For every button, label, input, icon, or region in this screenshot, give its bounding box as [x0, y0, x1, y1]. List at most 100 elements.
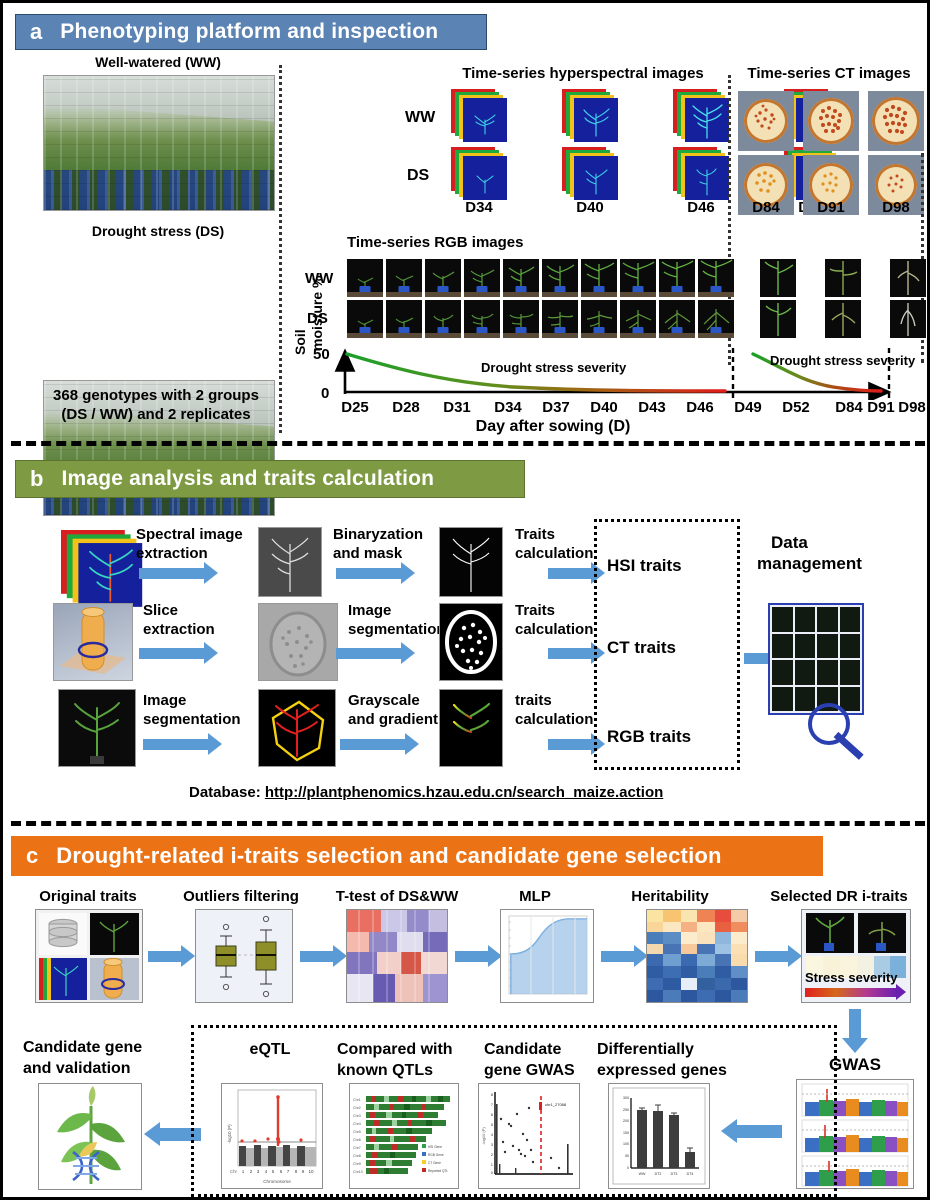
data-management-grid[interactable]: [768, 603, 864, 715]
c-bottom-label-qtl-a: Compared with: [337, 1041, 453, 1058]
pipeline-step-label-3a: Traits: [515, 526, 556, 543]
svg-text:Chr9: Chr9: [353, 1162, 361, 1166]
panel-c-title: Drought-related i-traits selection and c…: [56, 843, 722, 868]
candidate-gene-label-line1: Candidate gene: [23, 1039, 143, 1056]
svg-text:4: 4: [491, 1132, 494, 1137]
rgb-thumb-ww-10: [698, 259, 734, 297]
ct-day-label-3: D98: [882, 199, 910, 216]
outliers-boxplot: [195, 909, 293, 1003]
rgb-thumb-ww-9: [659, 259, 695, 297]
candidate-gene-label-line2: and validation: [23, 1060, 131, 1077]
dm-cell: [839, 633, 860, 658]
svg-text:DT3: DT3: [671, 1172, 678, 1176]
rgb-thumb-ww-5: [503, 259, 539, 297]
svg-text:HSI Gene: HSI Gene: [428, 1145, 442, 1149]
genotype-caption-line1: 368 genotypes with 2 groups: [53, 387, 259, 404]
c-arrow-4: [601, 945, 648, 967]
x-tick-d28: D28: [392, 399, 420, 416]
dm-cell: [817, 660, 838, 685]
pipeline-step-label-2a: Binaryzation: [333, 526, 424, 543]
svg-text:300: 300: [623, 1096, 629, 1100]
svg-text:3: 3: [491, 1142, 494, 1147]
svg-text:1: 1: [491, 1162, 494, 1167]
svg-text:Chromosome: Chromosome: [263, 1179, 291, 1184]
maize-dna-illustration: [38, 1083, 142, 1190]
pipeline-step-label-9b: calculation: [515, 711, 594, 728]
database-url[interactable]: http://plantphenomics.hzau.edu.cn/search…: [265, 784, 663, 801]
dm-cell: [772, 660, 793, 685]
pipeline-arrow-3: [548, 562, 605, 584]
eqtl-manhattan-plot: Chr 12345 6 7 8 9 10 Chromosome -log10 (P): [221, 1083, 323, 1189]
svg-text:0: 0: [627, 1166, 629, 1170]
svg-text:DT2: DT2: [655, 1172, 662, 1176]
pipeline-step-label-8b: and gradient: [348, 711, 439, 728]
candidate-gene-gwas-plot: 8 7 6 5 4 3 2 1 0 -log10 (P) chr1_27088: [478, 1083, 580, 1189]
x-tick-d34: D34: [494, 399, 522, 416]
stress-severity-label: Stress severity: [805, 970, 898, 985]
svg-text:150: 150: [623, 1131, 629, 1135]
rgb-thumb-late-ds-1: [760, 300, 796, 338]
panel-a-divider: [279, 65, 282, 433]
hsi-day-label-1: D34: [465, 199, 493, 216]
rgb-thumb-ds-1: [347, 300, 383, 338]
original-traits-thumb: [35, 909, 143, 1003]
svg-text:Chr8: Chr8: [353, 1154, 361, 1158]
chart-ytick-50: 50: [313, 346, 330, 363]
x-tick-d46: D46: [686, 399, 714, 416]
svg-text:5: 5: [491, 1122, 494, 1127]
svg-text:CT Gene: CT Gene: [428, 1161, 441, 1165]
dm-cell: [839, 660, 860, 685]
pipeline-step-label-5a: Image: [348, 602, 392, 619]
figure-root: a Phenotyping platform and inspection We…: [0, 0, 930, 1200]
database-prefix: Database:: [189, 784, 265, 801]
c-arrow-1: [148, 945, 195, 967]
rgb-thumb-ds-5: [503, 300, 539, 338]
pipeline-rgb-plant: [58, 689, 136, 767]
rgb-thumb-late-ww-3: [890, 259, 926, 297]
svg-text:10: 10: [308, 1169, 314, 1174]
svg-text:Chr3: Chr3: [353, 1114, 361, 1118]
c-step-label-outliers: Outliers filtering: [183, 888, 299, 905]
dm-cell: [772, 633, 793, 658]
pipeline-ct-segmented: [439, 603, 503, 681]
rgb-thumb-ds-3: [425, 300, 461, 338]
c-bottom-label-qtl-b: known QTLs: [337, 1062, 433, 1079]
x-tick-d43: D43: [638, 399, 666, 416]
c-bottom-label-cg-b: gene GWAS: [484, 1062, 575, 1079]
greenhouse-ww-photo: [43, 75, 275, 211]
data-management-label-line1: Data: [771, 533, 808, 552]
panel-b-letter: b: [30, 466, 44, 491]
pipeline-step-label-1b: extraction: [136, 545, 208, 562]
rgb-thumb-ww-3: [425, 259, 461, 297]
rgb-thumb-late-ds-3: [890, 300, 926, 338]
pipeline-arrow-1: [139, 562, 218, 584]
pipeline-step-label-6a: Traits: [515, 602, 556, 619]
c-arrow-left-gwas-to-deg: [721, 1119, 782, 1143]
svg-text:100: 100: [623, 1142, 629, 1146]
panel-b-header: b Image analysis and traits calculation: [15, 460, 525, 498]
panel-separator-2: [11, 821, 925, 826]
svg-text:9: 9: [302, 1169, 305, 1174]
pipeline-arrow-7: [143, 733, 222, 755]
x-tick-d52: D52: [782, 399, 810, 416]
c-bottom-label-deg-a: Differentially: [597, 1041, 694, 1058]
c-arrow-2: [300, 945, 347, 967]
ttest-heatmap: [346, 909, 448, 1003]
chart-ylabel-line1: Soil: [292, 329, 308, 355]
svg-text:RGB Gene: RGB Gene: [428, 1153, 444, 1157]
rgb-thumb-ds-4: [464, 300, 500, 338]
hsi-section-title: Time-series hyperspectral images: [462, 65, 704, 82]
ct-image-ww-d91: [803, 91, 859, 151]
known-qtls-chromosome-map: Chr1 Chr2 Chr3 Chr4 Chr5 Chr6 Chr7 Chr8 Chr9 Chr…: [349, 1083, 459, 1189]
svg-text:Reported QTL: Reported QTL: [428, 1169, 448, 1173]
rgb-thumb-ww-2: [386, 259, 422, 297]
rgb-thumb-ww-7: [581, 259, 617, 297]
svg-text:WW: WW: [639, 1172, 646, 1176]
pipeline-ct-stalk-3d: [53, 603, 133, 681]
c-step-label-selected: Selected DR i-traits: [770, 888, 908, 905]
pipeline-step-label-7b: segmentation: [143, 711, 241, 728]
pipeline-rgb-gradient: [439, 689, 503, 767]
svg-text:8: 8: [491, 1092, 494, 1097]
svg-text:200: 200: [623, 1119, 629, 1123]
ct-day-label-1: D84: [752, 199, 780, 216]
